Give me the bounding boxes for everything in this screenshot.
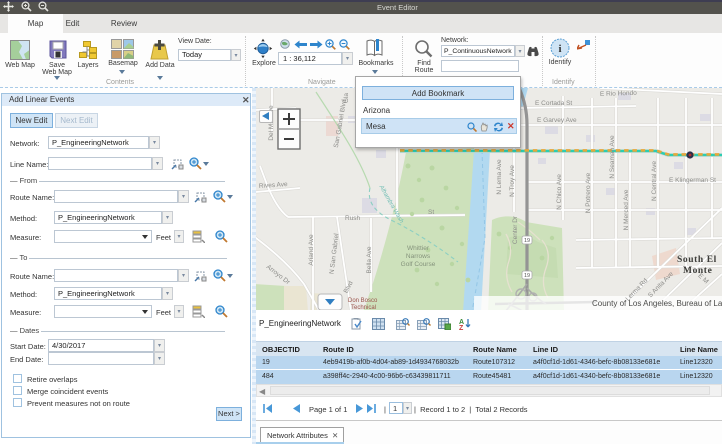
- svg-text:N Potrero Ave: N Potrero Ave: [585, 172, 592, 213]
- svg-text:Golf Course: Golf Course: [401, 261, 436, 268]
- svg-text:E Rio Hondo: E Rio Hondo: [600, 90, 637, 98]
- svg-text:N Central Ave: N Central Ave: [651, 161, 658, 201]
- svg-text:N Merced Ave: N Merced Ave: [623, 189, 630, 230]
- svg-text:E Garvey Ave: E Garvey Ave: [537, 117, 577, 124]
- svg-text:E Cortada St: E Cortada St: [535, 100, 572, 107]
- svg-text:St: St: [428, 209, 434, 216]
- svg-text:South El: South El: [677, 255, 717, 265]
- svg-text:Monte: Monte: [683, 266, 712, 276]
- svg-text:N Lema Ave: N Lema Ave: [496, 159, 503, 195]
- svg-text:19: 19: [524, 238, 530, 244]
- svg-text:N Chico Ave: N Chico Ave: [556, 174, 563, 210]
- svg-text:Ariand Ave: Ariand Ave: [308, 234, 315, 266]
- svg-text:Gla: Gla: [343, 93, 350, 104]
- svg-text:N Seaman Ave: N Seaman Ave: [609, 135, 616, 179]
- svg-text:Whittier: Whittier: [407, 245, 430, 252]
- svg-text:Rush: Rush: [345, 215, 361, 222]
- svg-text:Z: Z: [459, 325, 464, 330]
- svg-text:i: i: [558, 43, 561, 55]
- svg-text:N Troy Ave: N Troy Ave: [509, 165, 516, 197]
- svg-text:E Klingerman St: E Klingerman St: [669, 177, 716, 184]
- svg-text:Don Bosco: Don Bosco: [348, 298, 378, 304]
- svg-text:Bella Ave: Bella Ave: [366, 246, 373, 273]
- svg-text:Center Dr: Center Dr: [512, 215, 519, 244]
- svg-text:19: 19: [524, 273, 530, 279]
- svg-text:Narrows: Narrows: [406, 253, 431, 260]
- svg-text:County of Los Angeles, Bureau: County of Los Angeles, Bureau of La: [592, 299, 722, 308]
